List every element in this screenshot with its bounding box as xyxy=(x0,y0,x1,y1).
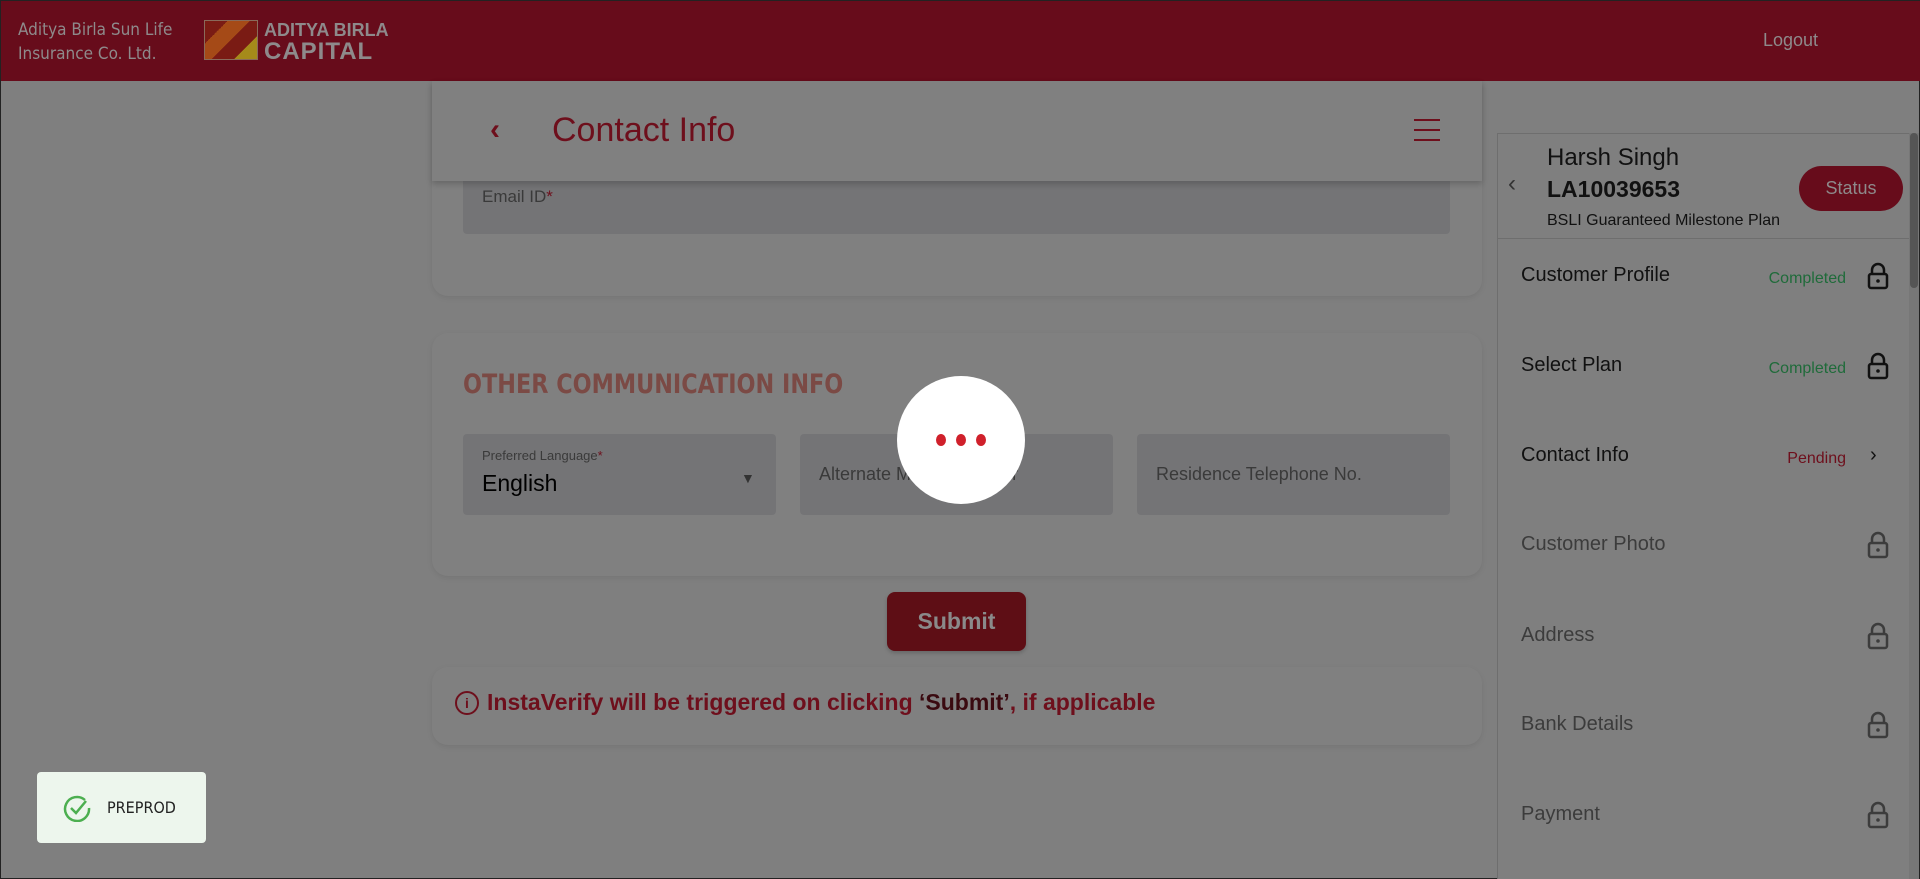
environment-label: PREPROD xyxy=(107,798,176,817)
email-label: Email ID* xyxy=(482,187,553,206)
info-icon: i xyxy=(455,690,479,715)
preferred-language-select[interactable]: Preferred Language* English ▼ xyxy=(463,434,776,515)
residence-telephone-input[interactable]: Residence Telephone No. xyxy=(1137,434,1450,515)
company-name-line1: Aditya Birla Sun Life xyxy=(18,20,173,40)
lock-icon xyxy=(1867,622,1889,650)
top-header: Aditya Birla Sun Life Insurance Co. Ltd. … xyxy=(1,1,1920,81)
lock-icon xyxy=(1867,801,1889,829)
preferred-language-label: Preferred Language* xyxy=(482,448,603,463)
lock-icon xyxy=(1867,531,1889,559)
status-button[interactable]: Status xyxy=(1799,166,1903,211)
step-item-select-plan[interactable]: Select Plan Completed xyxy=(1498,336,1910,396)
info-prefix: InstaVerify will be triggered on clickin… xyxy=(487,689,920,715)
page-title: Contact Info xyxy=(552,111,736,149)
step-label: Contact Info xyxy=(1521,444,1629,466)
instaverify-info-card: i InstaVerify will be triggered on click… xyxy=(432,667,1482,745)
step-label: Select Plan xyxy=(1521,354,1623,376)
info-bold: ‘Submit’ xyxy=(919,689,1010,715)
loader-dot xyxy=(976,434,986,446)
step-status: Completed xyxy=(1768,360,1846,377)
page-header: ‹ Contact Info xyxy=(432,81,1482,181)
lock-icon xyxy=(1867,352,1889,380)
step-item-contact-info[interactable]: Contact Info Pending › xyxy=(1498,426,1910,486)
aditya-birla-capital-logo: ADITYA BIRLA CAPITAL xyxy=(264,19,389,65)
dropdown-arrow-icon: ▼ xyxy=(741,470,755,486)
preferred-language-value: English xyxy=(482,470,558,496)
back-chevron-icon[interactable]: ‹ xyxy=(490,113,500,147)
lock-icon xyxy=(1867,262,1889,290)
panel-back-chevron-icon[interactable]: ‹ xyxy=(1508,170,1516,198)
company-name: Aditya Birla Sun Life Insurance Co. Ltd. xyxy=(18,18,172,66)
logout-link[interactable]: Logout xyxy=(1763,30,1818,51)
submit-button[interactable]: Submit xyxy=(887,592,1026,651)
application-id: LA10039653 xyxy=(1547,176,1680,202)
instaverify-info-text: i InstaVerify will be triggered on click… xyxy=(455,689,1155,716)
logo-line2: CAPITAL xyxy=(264,38,374,65)
step-status: Pending xyxy=(1787,450,1846,467)
section-heading: OTHER COMMUNICATION INFO xyxy=(463,369,844,400)
company-name-line2: Insurance Co. Ltd. xyxy=(18,44,157,64)
step-item-customer-profile[interactable]: Customer Profile Completed xyxy=(1498,246,1910,306)
step-item-address[interactable]: Address xyxy=(1498,606,1910,666)
contact-details-card: ‹ Contact Info Email ID* xyxy=(432,81,1482,296)
plan-name: BSLI Guaranteed Milestone Plan xyxy=(1547,212,1781,229)
step-status: Completed xyxy=(1768,270,1846,287)
progress-side-panel: ‹ Harsh Singh LA10039653 BSLI Guaranteed… xyxy=(1497,133,1910,879)
loader-dot xyxy=(936,434,946,446)
loader-dot xyxy=(956,434,966,446)
aditya-birla-logo-icon xyxy=(204,20,258,60)
step-item-payment[interactable]: Payment xyxy=(1498,785,1910,845)
proposal-summary: ‹ Harsh Singh LA10039653 BSLI Guaranteed… xyxy=(1498,134,1910,239)
residence-telephone-placeholder: Residence Telephone No. xyxy=(1156,464,1362,484)
environment-badge: PREPROD xyxy=(37,772,206,843)
hamburger-menu-icon[interactable] xyxy=(1414,119,1440,149)
loading-spinner xyxy=(897,376,1025,504)
step-label: Address xyxy=(1521,624,1595,646)
step-label: Payment xyxy=(1521,803,1600,825)
info-suffix: , if applicable xyxy=(1009,689,1156,715)
panel-scrollbar[interactable] xyxy=(1909,133,1919,879)
customer-name: Harsh Singh xyxy=(1547,144,1680,171)
step-item-customer-photo[interactable]: Customer Photo xyxy=(1498,515,1910,575)
step-label: Customer Profile xyxy=(1521,264,1670,286)
step-label: Bank Details xyxy=(1521,713,1634,735)
step-item-bank-details[interactable]: Bank Details xyxy=(1498,695,1910,755)
lock-icon xyxy=(1867,711,1889,739)
check-circle-icon xyxy=(63,795,91,822)
step-label: Customer Photo xyxy=(1521,533,1666,555)
chevron-right-icon: › xyxy=(1870,444,1877,466)
